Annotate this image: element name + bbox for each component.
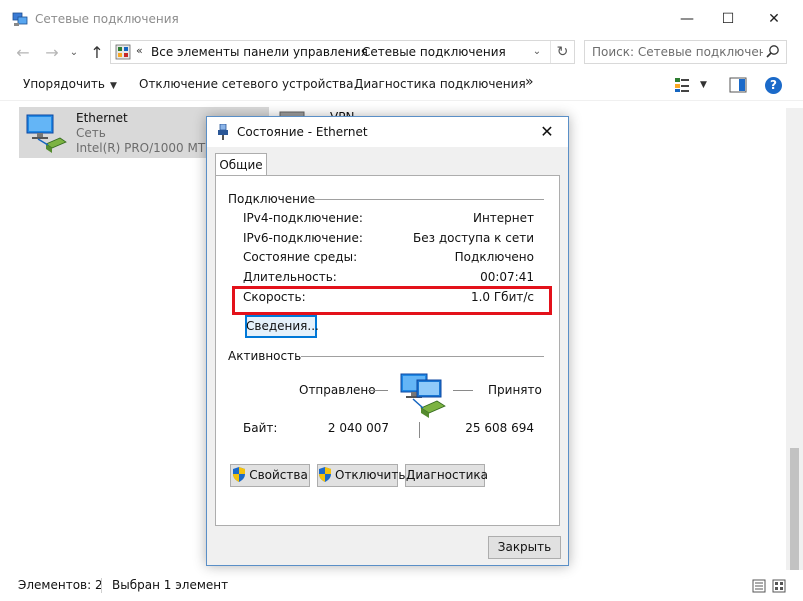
address-dropdown-icon[interactable]: ⌄: [528, 43, 546, 61]
disable-label: Отключить: [335, 468, 406, 482]
network-adapter-icon: [26, 114, 67, 153]
diagnose-connection-button[interactable]: Диагностика подключения: [354, 77, 526, 91]
media-state-value: Подключено: [454, 250, 534, 264]
close-dialog-button[interactable]: Закрыть: [488, 536, 561, 559]
disable-button[interactable]: Отключить: [317, 464, 405, 487]
address-bar[interactable]: « Все элементы панели управления › Сетев…: [110, 40, 575, 64]
connection-group-label: Подключение: [228, 192, 316, 206]
selection-count: Выбран 1 элемент: [112, 578, 229, 592]
window-title: Сетевые подключения: [35, 12, 179, 26]
received-line: [453, 390, 473, 391]
ipv4-label: IPv4-подключение:: [243, 211, 363, 225]
bytes-received-value: 25 608 694: [465, 421, 534, 435]
ipv6-label: IPv6-подключение:: [243, 231, 363, 245]
group-divider: [308, 199, 544, 200]
tiles-view-icon[interactable]: [772, 579, 786, 593]
bytes-sent-value: 2 040 007: [327, 421, 389, 435]
properties-label: Свойства: [249, 468, 308, 482]
back-button[interactable]: ←: [12, 42, 34, 64]
disable-device-button[interactable]: Отключение сетевого устройства: [139, 77, 353, 91]
more-commands-button[interactable]: »: [525, 74, 534, 90]
status-bar: Элементов: 2 Выбран 1 элемент: [0, 574, 803, 601]
refresh-button[interactable]: ↻: [550, 41, 574, 63]
diagnose-button[interactable]: Диагностика: [405, 464, 488, 487]
help-icon[interactable]: ?: [765, 77, 782, 94]
organize-label: Упорядочить: [23, 77, 105, 91]
command-bar-divider: [0, 100, 803, 101]
media-state-label: Состояние среды:: [243, 250, 358, 264]
breadcrumb-network-connections[interactable]: Сетевые подключения: [362, 45, 506, 59]
ethernet-status-dialog: Состояние - Ethernet ✕ Общие Подключение…: [206, 116, 569, 566]
sent-label: Отправлено: [299, 383, 376, 397]
maximize-button[interactable]: ☐: [705, 0, 751, 38]
search-icon[interactable]: [766, 44, 780, 58]
dialog-close-button[interactable]: ✕: [530, 117, 564, 147]
speed-highlight-box: [232, 286, 552, 315]
ipv6-value: Без доступа к сети: [413, 231, 534, 245]
duration-label: Длительность:: [243, 270, 337, 284]
search-input[interactable]: [585, 41, 763, 63]
recent-locations-button[interactable]: ⌄: [63, 42, 85, 64]
control-panel-icon: [115, 44, 131, 60]
status-divider: [101, 578, 102, 593]
close-window-button[interactable]: ✕: [751, 0, 797, 38]
minimize-button[interactable]: —: [664, 0, 710, 38]
breadcrumb-arrow[interactable]: ›: [345, 44, 349, 57]
group-divider: [301, 356, 544, 357]
dialog-titlebar: Состояние - Ethernet ✕: [207, 117, 568, 147]
organize-menu[interactable]: Упорядочить ▼: [23, 77, 117, 91]
forward-button[interactable]: →: [41, 42, 63, 64]
item-adapter: Intel(R) PRO/1000 MT Desktop Adapter: [76, 141, 210, 155]
preview-pane-icon: [729, 77, 747, 93]
vertical-scrollbar[interactable]: [786, 108, 803, 570]
view-list-icon: [675, 78, 689, 92]
bytes-divider: [419, 422, 420, 438]
breadcrumb-overflow[interactable]: «: [136, 44, 143, 57]
sent-line: [368, 390, 388, 391]
breadcrumb-control-panel[interactable]: Все элементы панели управления: [151, 45, 368, 59]
window-titlebar: Сетевые подключения — ☐ ✕: [0, 0, 803, 38]
ipv4-value: Интернет: [472, 211, 534, 225]
duration-value: 00:07:41: [480, 270, 534, 284]
navigation-bar: ← → ⌄ ↑ « Все элементы панели управления…: [0, 38, 803, 66]
uac-shield-icon: [319, 467, 331, 482]
properties-button[interactable]: Свойства: [230, 464, 310, 487]
network-connections-icon: [12, 12, 28, 26]
item-name: Ethernet: [76, 111, 128, 125]
scrollbar-thumb[interactable]: [790, 448, 799, 570]
tab-general[interactable]: Общие: [215, 153, 267, 176]
chevron-down-icon: ▼: [109, 81, 117, 91]
item-type: Сеть: [76, 126, 106, 140]
change-view-button[interactable]: [673, 76, 691, 97]
item-count: Элементов: 2: [18, 578, 103, 592]
network-activity-icon: [400, 373, 446, 418]
general-tab-panel: Подключение IPv4-подключение: Интернет I…: [215, 175, 560, 526]
search-box[interactable]: [584, 40, 787, 64]
activity-group-label: Активность: [228, 349, 302, 363]
received-label: Принято: [488, 383, 542, 397]
up-button[interactable]: ↑: [86, 42, 108, 64]
preview-pane-button[interactable]: [729, 77, 747, 96]
dialog-title: Состояние - Ethernet: [237, 125, 368, 139]
view-dropdown-icon[interactable]: ▼: [700, 80, 707, 90]
uac-shield-icon: [233, 467, 246, 482]
details-button[interactable]: Сведения...: [245, 315, 319, 338]
details-view-icon[interactable]: [752, 579, 766, 593]
bytes-label: Байт:: [243, 421, 278, 435]
ethernet-plug-icon: [218, 124, 228, 140]
